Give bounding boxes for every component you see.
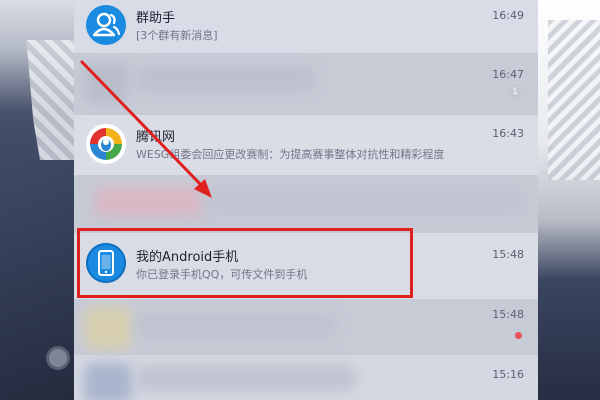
- tencent-news-icon: [86, 124, 126, 164]
- chat-preview: WESG组委会回应更改赛制：为提高赛事整体对抗性和精彩程度: [136, 148, 445, 161]
- blurred-text: [204, 189, 524, 215]
- chat-list: 群助手 [3个群有新消息] 16:49 16:47 1 腾讯网 WESG组委会回…: [74, 0, 538, 400]
- background-pattern: [548, 20, 600, 180]
- blurred-text: [136, 365, 356, 391]
- chat-item-blurred[interactable]: 15:48: [74, 299, 538, 355]
- blurred-text: [136, 67, 316, 91]
- chat-preview: [3个群有新消息]: [136, 29, 218, 42]
- blurred-text: [94, 187, 204, 217]
- chat-title: 腾讯网: [136, 130, 176, 145]
- chat-time: 15:48: [492, 248, 524, 261]
- group-helper-icon: [86, 5, 126, 45]
- chat-item-group-helper[interactable]: 群助手 [3个群有新消息] 16:49: [74, 0, 538, 53]
- chat-time: 16:49: [492, 9, 524, 22]
- highlight-box: [77, 228, 413, 298]
- unread-dot: [515, 332, 522, 339]
- chat-time: 15:48: [492, 308, 524, 321]
- chat-item-blurred[interactable]: 15:16: [74, 355, 538, 400]
- chat-title: 群助手: [136, 11, 176, 26]
- background-photo-left: [0, 0, 74, 400]
- avatar: [84, 307, 132, 349]
- background-photo-right: [538, 0, 600, 400]
- chat-item-blurred[interactable]: [74, 175, 538, 233]
- blurred-text: [136, 313, 336, 339]
- chat-time: 15:16: [492, 368, 524, 381]
- avatar: [84, 63, 128, 103]
- chat-item-tencent-news[interactable]: 腾讯网 WESG组委会回应更改赛制：为提高赛事整体对抗性和精彩程度 16:43: [74, 115, 538, 175]
- unread-count-badge: 1: [508, 85, 522, 99]
- background-suit-button: [46, 346, 70, 370]
- avatar: [84, 363, 132, 400]
- chat-time: 16:47: [492, 68, 524, 81]
- chat-time: 16:43: [492, 127, 524, 140]
- chat-item-blurred[interactable]: 16:47 1: [74, 53, 538, 115]
